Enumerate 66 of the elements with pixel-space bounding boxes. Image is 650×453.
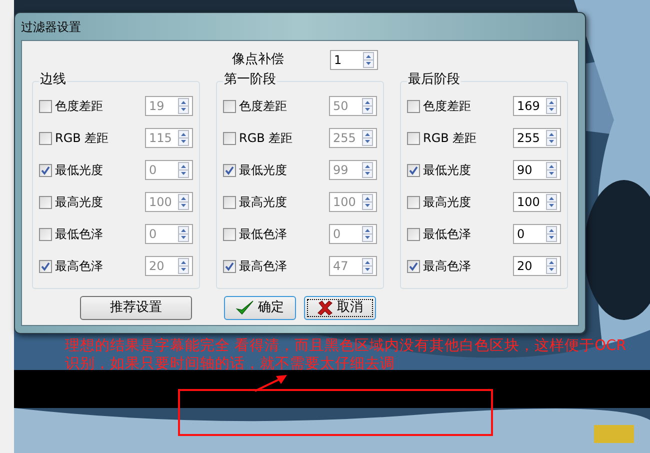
- spin-arrows-icon: [362, 226, 373, 242]
- spin-arrows-icon: [362, 194, 373, 210]
- checkmark-icon: [409, 262, 418, 270]
- spin-arrows-icon: [178, 130, 189, 146]
- number-spinner[interactable]: 100: [513, 192, 561, 212]
- spin-arrows-icon: [546, 194, 557, 210]
- recommend-button[interactable]: 推荐设置: [80, 296, 192, 320]
- window-title: 过滤器设置: [21, 18, 81, 36]
- group-title: 第一阶段: [223, 72, 277, 88]
- number-spinner[interactable]: 90: [513, 160, 561, 180]
- checkmark-icon: [409, 166, 418, 174]
- field-label: 像点补偿: [232, 51, 285, 70]
- option-label: RGB 差距: [423, 130, 478, 147]
- checkmark-icon: [225, 262, 234, 270]
- option-label: 色度差距: [55, 98, 104, 115]
- option-label: 最低色泽: [55, 226, 104, 243]
- number-spinner[interactable]: 169: [513, 96, 561, 116]
- checkbox[interactable]: [407, 100, 420, 112]
- checkbox[interactable]: [407, 228, 420, 240]
- number-spinner[interactable]: 1: [330, 50, 378, 70]
- spin-arrows-icon: [178, 258, 189, 274]
- cancel-button[interactable]: 取消: [304, 296, 376, 320]
- option-label: 最高光度: [239, 194, 288, 211]
- spin-arrows-icon: [362, 130, 373, 146]
- option-label: 最高色泽: [239, 258, 288, 275]
- spin-arrows-icon: [546, 258, 557, 274]
- spin-arrows-icon: [178, 226, 189, 242]
- option-label: 最低光度: [423, 162, 472, 179]
- spin-arrows-icon: [362, 98, 373, 114]
- option-label: 色度差距: [423, 98, 472, 115]
- checkmark-icon: [225, 166, 234, 174]
- option-label: 最高光度: [55, 194, 104, 211]
- spin-arrows-icon: [546, 226, 557, 242]
- option-label: RGB 差距: [55, 130, 110, 147]
- spin-arrows-icon: [178, 162, 189, 178]
- spin-arrows-icon: [362, 258, 373, 274]
- checkmark-icon: [41, 166, 50, 174]
- checkbox[interactable]: [407, 260, 420, 272]
- spin-arrows-icon: [546, 162, 557, 178]
- group-title: 最后阶段: [407, 72, 461, 88]
- option-label: 色度差距: [239, 98, 288, 115]
- spin-arrows-icon: [362, 162, 373, 178]
- ok-button[interactable]: 确定: [224, 296, 296, 320]
- annotation-text: 理想的结果是字幕能完全 看得清，而且黑色区域内没有其他白色区块，这样便于OCR识别，如果只要时间轴的话，就不需要太仔细去调: [65, 337, 628, 373]
- number-spinner[interactable]: 20: [513, 256, 561, 276]
- spin-arrows-icon: [178, 98, 189, 114]
- spin-arrows-icon: [363, 52, 374, 68]
- arrow-icon: [254, 374, 288, 392]
- checkmark-icon: [41, 262, 50, 270]
- spin-arrows-icon: [178, 194, 189, 210]
- option-label: 最高色泽: [423, 258, 472, 275]
- spin-arrows-icon: [546, 98, 557, 114]
- option-label: RGB 差距: [239, 130, 294, 147]
- checkbox[interactable]: [407, 196, 420, 208]
- close-icon: [317, 300, 333, 316]
- option-label: 最低色泽: [239, 226, 288, 243]
- option-label: 最高色泽: [55, 258, 104, 275]
- number-spinner[interactable]: 255: [513, 128, 561, 148]
- option-label: 最低光度: [55, 162, 104, 179]
- checkbox[interactable]: [407, 132, 420, 144]
- option-label: 最低光度: [239, 162, 288, 179]
- spin-arrows-icon: [546, 130, 557, 146]
- option-label: 最高光度: [423, 194, 472, 211]
- option-label: 最低色泽: [423, 226, 472, 243]
- checkbox[interactable]: [407, 164, 420, 176]
- number-spinner[interactable]: 0: [513, 224, 561, 244]
